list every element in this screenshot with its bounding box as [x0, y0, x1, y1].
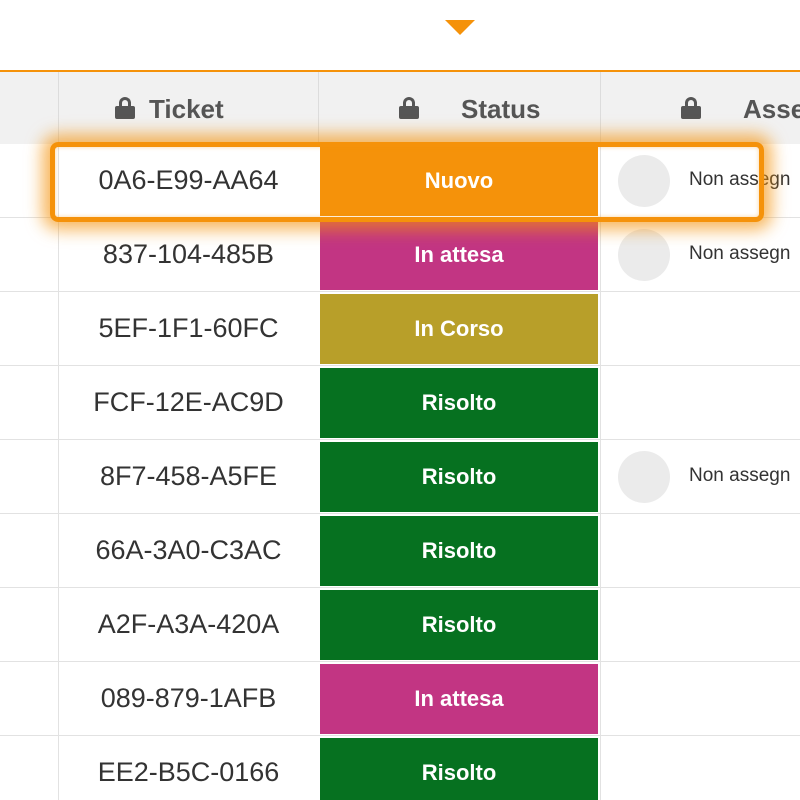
ticket-id-cell[interactable]: 66A-3A0-C3AC	[58, 514, 318, 587]
assignee-cell[interactable]: Non assegn	[600, 218, 800, 291]
assignee-cell[interactable]: Non assegn	[600, 144, 800, 217]
header-column-assignee[interactable]: Asse	[600, 72, 800, 144]
status-badge[interactable]: Risolto	[320, 516, 598, 586]
status-badge[interactable]: Risolto	[320, 368, 598, 438]
status-badge[interactable]: Risolto	[320, 738, 598, 800]
ticket-id-cell[interactable]: 5EF-1F1-60FC	[58, 292, 318, 365]
status-badge[interactable]: In Corso	[320, 294, 598, 364]
header-ticket-label: Ticket	[149, 94, 224, 124]
status-badge[interactable]: In attesa	[320, 664, 598, 734]
avatar	[618, 229, 670, 281]
status-badge[interactable]: Risolto	[320, 590, 598, 660]
header-assignee-label: Asse	[743, 94, 800, 124]
header-column-status[interactable]: Status	[318, 72, 600, 144]
assignee-cell[interactable]: Non assegn	[600, 440, 800, 513]
assignee-label: Non assegn	[689, 169, 791, 190]
header-status-label: Status	[461, 94, 541, 124]
ticket-id-cell[interactable]: 837-104-485B	[58, 218, 318, 291]
table-row[interactable]: A2F-A3A-420A Risolto	[0, 588, 800, 662]
ticket-id-cell[interactable]: 0A6-E99-AA64	[58, 144, 318, 217]
avatar	[618, 155, 670, 207]
assignee-label: Non assegn	[689, 465, 791, 486]
assignee-cell[interactable]	[600, 588, 800, 661]
assignee-cell[interactable]	[600, 736, 800, 800]
avatar	[618, 451, 670, 503]
status-badge[interactable]: Nuovo	[320, 146, 598, 216]
ticket-id-cell[interactable]: A2F-A3A-420A	[58, 588, 318, 661]
table-row[interactable]: 5EF-1F1-60FC In Corso	[0, 292, 800, 366]
ticket-id-cell[interactable]: 089-879-1AFB	[58, 662, 318, 735]
ticket-table-view: Ticket Status Asse 0A6-E99-AA64 Nuovo Non …	[0, 0, 800, 800]
assignee-label: Non assegn	[689, 243, 791, 264]
assignee-cell[interactable]	[600, 366, 800, 439]
ticket-id-cell[interactable]: EE2-B5C-0166	[58, 736, 318, 800]
table-body: 0A6-E99-AA64 Nuovo Non assegn 837-104-485B I…	[0, 144, 800, 800]
assignee-cell[interactable]	[600, 514, 800, 587]
sort-descending-icon[interactable]	[445, 20, 475, 35]
header-column-ticket[interactable]: Ticket	[58, 72, 318, 144]
status-badge[interactable]: In attesa	[320, 220, 598, 290]
table-row[interactable]: FCF-12E-AC9D Risolto	[0, 366, 800, 440]
status-badge[interactable]: Risolto	[320, 442, 598, 512]
table-row[interactable]: 0A6-E99-AA64 Nuovo Non assegn	[0, 144, 800, 218]
table-row[interactable]: 66A-3A0-C3AC Risolto	[0, 514, 800, 588]
table-row[interactable]: 837-104-485B In attesa Non assegn	[0, 218, 800, 292]
table-row[interactable]: EE2-B5C-0166 Risolto	[0, 736, 800, 800]
assignee-cell[interactable]	[600, 662, 800, 735]
table-row[interactable]: 089-879-1AFB In attesa	[0, 662, 800, 736]
ticket-id-cell[interactable]: 8F7-458-A5FE	[58, 440, 318, 513]
table-header: Ticket Status Asse	[0, 70, 800, 144]
table-row[interactable]: 8F7-458-A5FE Risolto Non assegn	[0, 440, 800, 514]
header-column-blank	[0, 72, 58, 144]
ticket-id-cell[interactable]: FCF-12E-AC9D	[58, 366, 318, 439]
assignee-cell[interactable]	[600, 292, 800, 365]
